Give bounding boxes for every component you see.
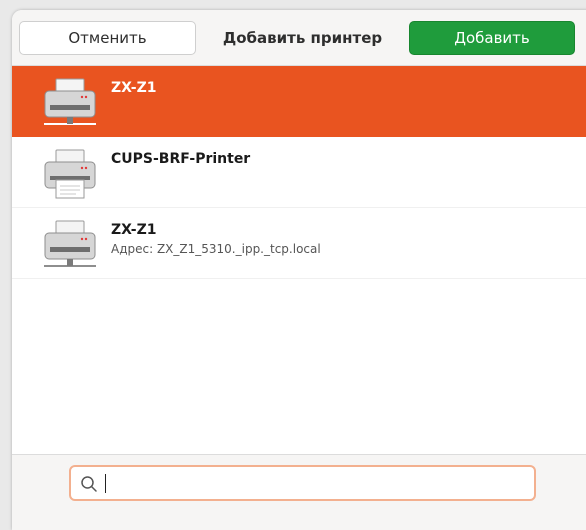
dialog-header: Отменить Добавить принтер Добавить bbox=[12, 10, 586, 66]
add-button-label: Добавить bbox=[454, 29, 530, 47]
text-cursor bbox=[105, 474, 106, 493]
printer-name: ZX-Z1 bbox=[111, 222, 157, 238]
braille-printer-icon bbox=[44, 149, 96, 199]
network-printer-icon bbox=[44, 78, 96, 125]
dialog-footer bbox=[12, 454, 586, 530]
add-button[interactable]: Добавить bbox=[409, 21, 575, 55]
search-field[interactable] bbox=[69, 465, 536, 501]
dialog-title: Добавить принтер bbox=[222, 28, 383, 47]
search-input[interactable] bbox=[103, 471, 527, 497]
printer-row[interactable]: ZX-Z1 bbox=[12, 66, 586, 137]
printer-list: ZX-Z1 CUPS-BRF-Printer ZX-Z1 Адрес: ZX_Z… bbox=[12, 66, 586, 279]
printer-row[interactable]: ZX-Z1 Адрес: ZX_Z1_5310._ipp._tcp.local bbox=[12, 208, 586, 279]
printer-name: CUPS-BRF-Printer bbox=[111, 151, 251, 167]
cancel-button-label: Отменить bbox=[68, 29, 147, 47]
search-icon bbox=[81, 476, 97, 492]
printer-name: ZX-Z1 bbox=[111, 80, 157, 96]
printer-address: Адрес: ZX_Z1_5310._ipp._tcp.local bbox=[111, 242, 321, 256]
add-printer-dialog: Отменить Добавить принтер Добавить ZX-Z1 bbox=[12, 10, 586, 530]
network-printer-icon bbox=[44, 220, 96, 267]
cancel-button[interactable]: Отменить bbox=[19, 21, 196, 55]
printer-row[interactable]: CUPS-BRF-Printer bbox=[12, 137, 586, 208]
